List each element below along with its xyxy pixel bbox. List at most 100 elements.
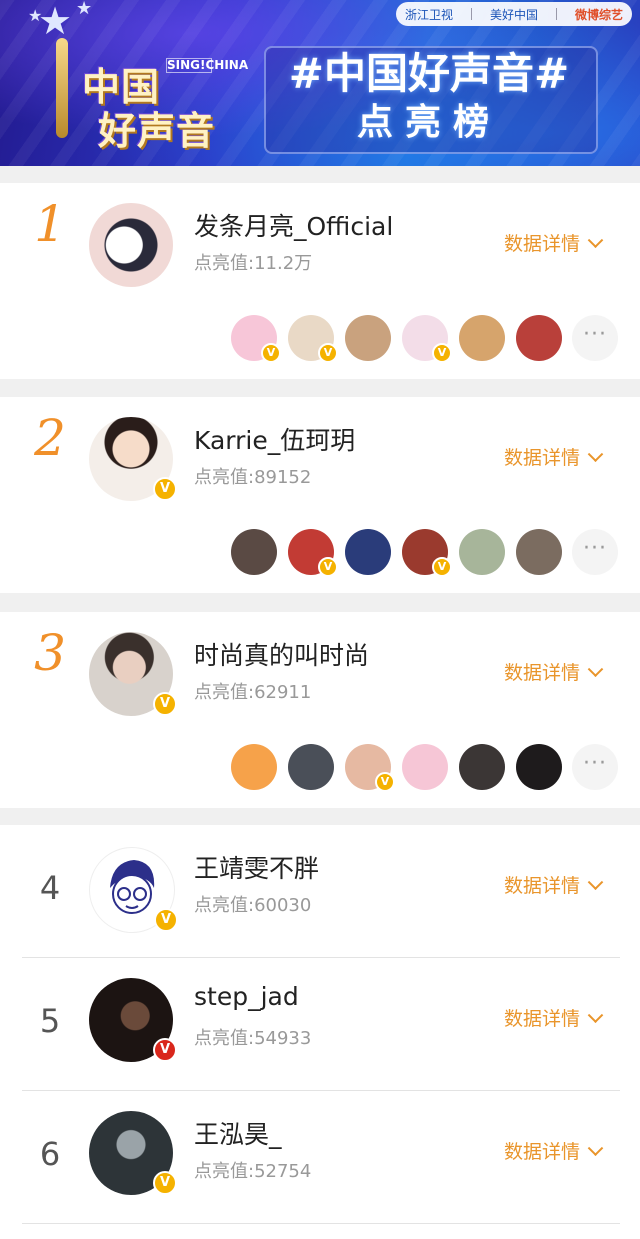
fan-avatar-list: V V ···	[231, 529, 623, 577]
fan-avatar-list: V ···	[231, 744, 623, 792]
verified-badge-icon: V	[432, 557, 452, 577]
fan-avatar[interactable]: V	[345, 744, 395, 792]
light-score: 点亮值:11.2万	[194, 253, 313, 274]
avatar[interactable]: V	[89, 978, 177, 1062]
fan-avatar[interactable]	[402, 744, 448, 790]
ranking-card-3: 3 V 时尚真的叫时尚 点亮值:62911 数据详情 V ···	[0, 612, 640, 808]
data-detail-label: 数据详情	[504, 1141, 581, 1163]
ranking-row[interactable]: 2 V Karrie_伍珂玥 点亮值:89152 数据详情	[0, 397, 640, 525]
verified-badge-icon: V	[318, 343, 338, 363]
verified-badge-icon: V	[153, 1038, 177, 1062]
sing-china-logo: ★ ★ ★ 中国 SING!CHINA 好声音	[26, 0, 249, 166]
chevron-down-icon	[587, 232, 604, 249]
fan-avatar[interactable]	[516, 315, 562, 361]
verified-badge-icon: V	[432, 343, 452, 363]
data-detail-button[interactable]: 数据详情	[504, 1137, 604, 1164]
chevron-down-icon	[587, 874, 604, 891]
ranking-card-2: 2 V Karrie_伍珂玥 点亮值:89152 数据详情 V V ···	[0, 397, 640, 593]
ranking-card-1: 1 发条月亮_Official 点亮值:11.2万 数据详情 V V V ···	[0, 183, 640, 379]
rank-number: 1	[34, 195, 66, 253]
chevron-down-icon	[587, 446, 604, 463]
chevron-down-icon	[587, 661, 604, 678]
ranking-row[interactable]: 6 V 王泓昊_ 点亮值:52754 数据详情	[0, 1091, 640, 1219]
verified-badge-icon: V	[375, 772, 395, 792]
data-detail-label: 数据详情	[504, 447, 581, 469]
verified-badge-icon: V	[154, 908, 178, 932]
fan-avatar[interactable]	[459, 529, 505, 575]
verified-badge-icon: V	[153, 1171, 177, 1195]
rank-number: 3	[34, 624, 66, 682]
ranking-row[interactable]: 5 V step_jad 点亮值:54933 数据详情	[0, 958, 640, 1086]
logo-sing-china: SING!CHINA	[166, 58, 249, 73]
ranking-list: 4 V 王靖雯不胖 点亮值:60030 数据详情 5 V step_jad 点亮…	[0, 825, 640, 1239]
fan-avatar[interactable]	[231, 744, 277, 790]
fan-avatar[interactable]	[459, 315, 505, 361]
light-score: 点亮值:54933	[194, 1028, 312, 1049]
fan-avatar[interactable]	[459, 744, 505, 790]
verified-badge-icon: V	[261, 343, 281, 363]
data-detail-button[interactable]: 数据详情	[504, 443, 604, 470]
chevron-down-icon	[587, 1140, 604, 1157]
fan-avatar[interactable]	[288, 744, 334, 790]
ranking-row[interactable]: 4 V 王靖雯不胖 点亮值:60030 数据详情	[0, 825, 640, 953]
partner-divider	[470, 8, 472, 20]
data-detail-label: 数据详情	[504, 233, 581, 255]
avatar[interactable]: V	[89, 417, 177, 501]
data-detail-label: 数据详情	[504, 1008, 581, 1030]
zhejiang-tv-logo: 浙江卫视	[404, 7, 453, 22]
fan-avatar[interactable]	[231, 529, 277, 575]
verified-badge-icon: V	[153, 692, 177, 716]
chevron-down-icon	[587, 1007, 604, 1024]
data-detail-button[interactable]: 数据详情	[504, 1004, 604, 1031]
star-icon: ★	[76, 0, 93, 19]
header-banner: 浙江卫视 美好中国 微博综艺 ★ ★ ★ 中国 SING!CHINA 好声音 #…	[0, 0, 640, 166]
banner-hashtag: #中国好声音#	[288, 49, 570, 98]
fan-avatar-list: V V V ···	[231, 315, 623, 363]
user-name[interactable]: 王靖雯不胖	[194, 849, 319, 885]
data-detail-button[interactable]: 数据详情	[504, 658, 604, 685]
banner-subtitle: 点亮榜	[356, 102, 501, 143]
data-detail-button[interactable]: 数据详情	[504, 871, 604, 898]
user-name[interactable]: 时尚真的叫时尚	[194, 636, 369, 672]
fan-avatar[interactable]: V	[231, 315, 281, 363]
verified-badge-icon: V	[318, 557, 338, 577]
user-name[interactable]: step_jad	[194, 982, 299, 1011]
user-name[interactable]: 王泓昊_	[194, 1115, 282, 1151]
fan-avatar[interactable]: V	[402, 529, 452, 577]
rank-number: 6	[39, 1135, 61, 1173]
data-detail-button[interactable]: 数据详情	[504, 229, 604, 256]
user-name[interactable]: Karrie_伍珂玥	[194, 421, 355, 457]
fan-avatar[interactable]: V	[288, 315, 338, 363]
fan-avatar[interactable]	[345, 315, 391, 361]
row-divider	[22, 1223, 620, 1224]
star-icon: ★	[38, 0, 73, 43]
fan-avatar[interactable]: V	[402, 315, 452, 363]
meihao-zhongguo-logo: 美好中国	[489, 7, 538, 22]
avatar[interactable]: V	[89, 847, 178, 933]
more-fans-button[interactable]: ···	[572, 744, 618, 790]
logo-text-line2: 好声音	[98, 108, 216, 153]
microphone-icon	[56, 38, 68, 138]
rank-number: 4	[39, 869, 61, 907]
avatar[interactable]	[89, 203, 173, 287]
avatar[interactable]: V	[89, 632, 177, 716]
fan-avatar[interactable]	[516, 744, 562, 790]
rank-number: 5	[39, 1002, 61, 1040]
rank-number: 2	[34, 409, 66, 467]
more-fans-button[interactable]: ···	[572, 315, 618, 361]
light-score: 点亮值:60030	[194, 895, 312, 916]
fan-avatar[interactable]	[345, 529, 391, 575]
data-detail-label: 数据详情	[504, 662, 581, 684]
avatar[interactable]: V	[89, 1111, 177, 1195]
ranking-row[interactable]: 3 V 时尚真的叫时尚 点亮值:62911 数据详情	[0, 612, 640, 740]
user-name[interactable]: 发条月亮_Official	[194, 207, 393, 243]
ranking-row[interactable]: 1 发条月亮_Official 点亮值:11.2万 数据详情	[0, 183, 640, 311]
fan-avatar[interactable]: V	[288, 529, 338, 577]
partner-divider	[555, 8, 557, 20]
light-score: 点亮值:89152	[194, 467, 312, 488]
more-fans-button[interactable]: ···	[572, 529, 618, 575]
verified-badge-icon: V	[153, 477, 177, 501]
partner-logos: 浙江卫视 美好中国 微博综艺	[396, 2, 632, 26]
light-score: 点亮值:62911	[194, 682, 312, 703]
fan-avatar[interactable]	[516, 529, 562, 575]
